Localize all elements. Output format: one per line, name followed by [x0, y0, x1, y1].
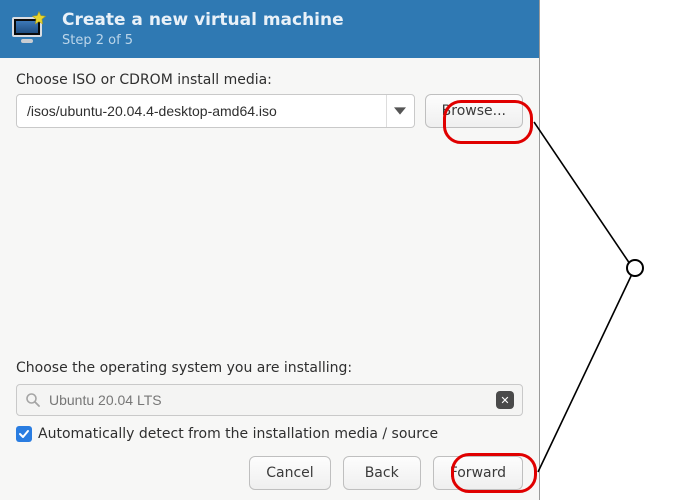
dialog-title: Create a new virtual machine	[62, 10, 344, 31]
chevron-down-icon	[394, 105, 406, 117]
iso-path-combo[interactable]	[16, 94, 415, 128]
back-button[interactable]: Back	[343, 456, 421, 490]
clear-search-button[interactable]: ✕	[496, 391, 514, 409]
close-icon: ✕	[500, 395, 509, 406]
autodetect-checkbox[interactable]	[16, 426, 32, 442]
forward-button[interactable]: Forward	[433, 456, 523, 490]
vm-monitor-icon	[10, 13, 50, 45]
checkmark-icon	[18, 428, 30, 440]
autodetect-label: Automatically detect from the installati…	[38, 426, 438, 442]
os-search-field[interactable]: ✕	[16, 384, 523, 416]
cancel-button[interactable]: Cancel	[249, 456, 330, 490]
iso-path-input[interactable]	[17, 95, 386, 127]
browse-button[interactable]: Browse...	[425, 94, 523, 128]
os-label: Choose the operating system you are inst…	[16, 360, 523, 376]
iso-dropdown-arrow[interactable]	[386, 95, 414, 127]
button-bar: Cancel Back Forward	[16, 456, 523, 490]
os-search-input[interactable]	[47, 391, 496, 409]
create-vm-dialog: Create a new virtual machine Step 2 of 5…	[0, 0, 540, 500]
media-label: Choose ISO or CDROM install media:	[16, 72, 523, 88]
search-icon	[25, 392, 41, 408]
dialog-step: Step 2 of 5	[62, 33, 344, 48]
annotation-node	[626, 259, 644, 277]
dialog-header: Create a new virtual machine Step 2 of 5	[0, 0, 539, 58]
